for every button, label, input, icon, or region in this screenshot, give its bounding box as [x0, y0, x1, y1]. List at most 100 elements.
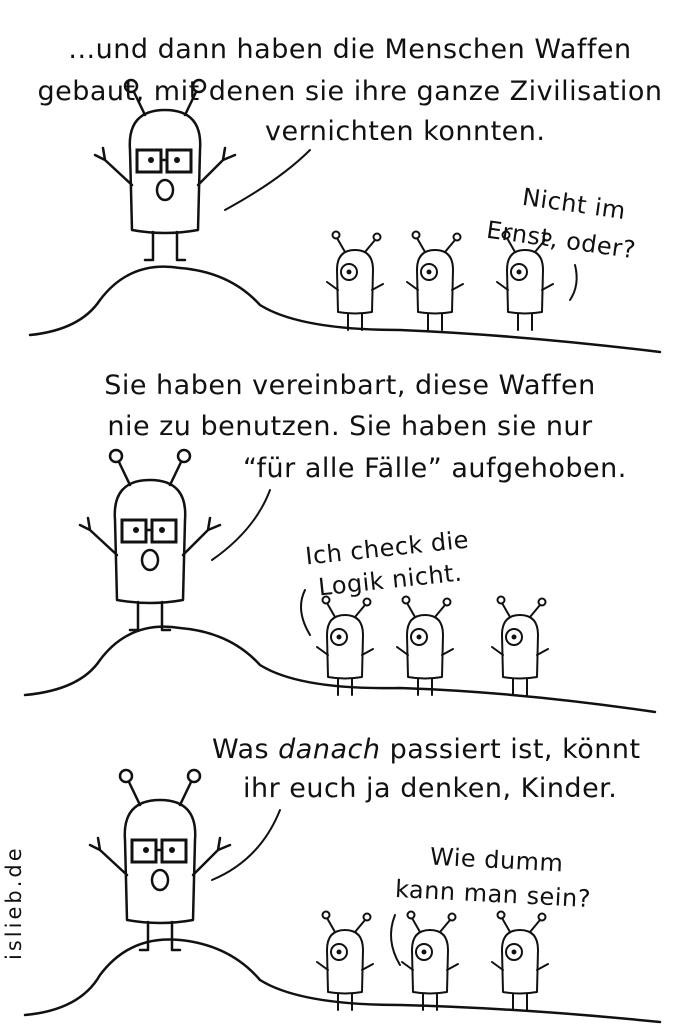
antenna: [116, 458, 132, 487]
antenna-tip: [176, 448, 192, 464]
antenna-tip: [537, 912, 547, 922]
antenna-tip: [411, 230, 421, 240]
arm: [191, 836, 232, 877]
arm: [496, 281, 554, 291]
kid-alien-2: [406, 230, 464, 331]
antenna-tip: [447, 912, 457, 922]
alien-body: [506, 249, 544, 315]
arm: [316, 646, 374, 656]
arm: [326, 281, 384, 291]
alien-body: [326, 614, 364, 680]
legs: [512, 993, 528, 1011]
teacher-alien: [93, 78, 237, 262]
antenna-tip: [362, 912, 372, 922]
mouth: [155, 178, 175, 202]
arm: [78, 516, 119, 557]
antenna-tip: [496, 910, 506, 920]
speech-line: [211, 809, 281, 881]
legs: [512, 678, 528, 696]
antenna-tip: [401, 595, 411, 605]
comic-artwork: [23, 78, 662, 1024]
kid-alien-1: [326, 230, 384, 331]
alien-body: [326, 929, 364, 995]
antenna-tip: [118, 768, 134, 784]
eye: [143, 847, 149, 853]
alien-body: [411, 929, 449, 995]
pupil: [336, 949, 342, 955]
comic-strip: ...und dann haben die Menschen Waffen ge…: [0, 0, 700, 1036]
alien-body: [336, 249, 374, 315]
pupil: [416, 634, 422, 640]
antenna-tip: [442, 597, 452, 607]
kid-alien-5: [396, 595, 454, 696]
antenna-tip: [537, 597, 547, 607]
speech-line: [300, 589, 311, 636]
antenna: [126, 778, 142, 807]
pupil: [426, 269, 432, 275]
eye: [159, 527, 165, 533]
legs: [417, 678, 433, 696]
eye: [169, 847, 175, 853]
panel3-caption-line2: ihr euch ja denken, Kinder.: [243, 773, 618, 804]
legs: [138, 920, 182, 952]
arm: [181, 516, 222, 557]
arm: [401, 961, 459, 971]
mouth: [150, 868, 170, 892]
legs: [427, 313, 443, 331]
panel2-caption-line1: Sie haben vereinbart, diese Waffen: [104, 370, 596, 401]
mouth: [140, 548, 160, 572]
panel2-caption-line3: “für alle Fälle” aufgehoben.: [243, 453, 627, 484]
caption-text: passiert ist, könnt: [380, 734, 641, 765]
teacher-alien: [88, 768, 232, 952]
antenna-tip: [108, 448, 124, 464]
panel3-caption-line1: Was danach passiert ist, könnt: [212, 736, 641, 763]
panel3-reply-line1: Wie dumm: [429, 842, 565, 878]
teacher-alien: [78, 448, 222, 632]
legs: [422, 993, 438, 1011]
antenna-tip: [331, 230, 341, 240]
antenna-tip: [186, 768, 202, 784]
panel1-caption-line1: ...und dann haben die Menschen Waffen: [68, 34, 632, 65]
antenna-tip: [362, 597, 372, 607]
kid-alien-4: [316, 595, 374, 696]
antenna-tip: [406, 910, 416, 920]
pupil: [336, 634, 342, 640]
pupil: [511, 634, 517, 640]
panel2-caption-line2: nie zu benutzen. Sie haben sie nur: [107, 411, 593, 442]
caption-text: Was: [212, 734, 279, 765]
pupil: [421, 949, 427, 955]
antenna-tip: [372, 232, 382, 242]
alien-body: [501, 614, 539, 680]
eye: [148, 157, 154, 163]
arm: [491, 646, 549, 656]
alien-body: [406, 614, 444, 680]
arm: [196, 146, 237, 187]
speech-line: [224, 149, 311, 211]
arm: [316, 961, 374, 971]
speech-line: [569, 264, 578, 301]
kid-alien-7: [316, 910, 374, 1011]
pupil: [346, 269, 352, 275]
alien-body: [416, 249, 454, 315]
legs: [517, 313, 533, 331]
kid-alien-8: [401, 910, 459, 1011]
pupil: [511, 949, 517, 955]
antenna-tip: [321, 910, 331, 920]
kid-alien-9: [491, 910, 549, 1011]
antenna: [168, 458, 184, 487]
panel1-caption-line2: gebaut, mit denen sie ihre ganze Zivilis…: [37, 76, 663, 107]
speech-line: [390, 914, 401, 966]
arm: [491, 961, 549, 971]
arm: [93, 146, 134, 187]
arm: [88, 836, 129, 877]
legs: [143, 230, 187, 262]
signature: islieb.de: [2, 845, 26, 960]
antenna-tip: [452, 232, 462, 242]
caption-emphasis: danach: [278, 734, 381, 765]
panel1-caption-line3: vernichten konnten.: [265, 116, 546, 147]
alien-body: [501, 929, 539, 995]
arm: [406, 281, 464, 291]
kid-alien-6: [491, 595, 549, 696]
pupil: [516, 269, 522, 275]
antenna: [178, 778, 194, 807]
